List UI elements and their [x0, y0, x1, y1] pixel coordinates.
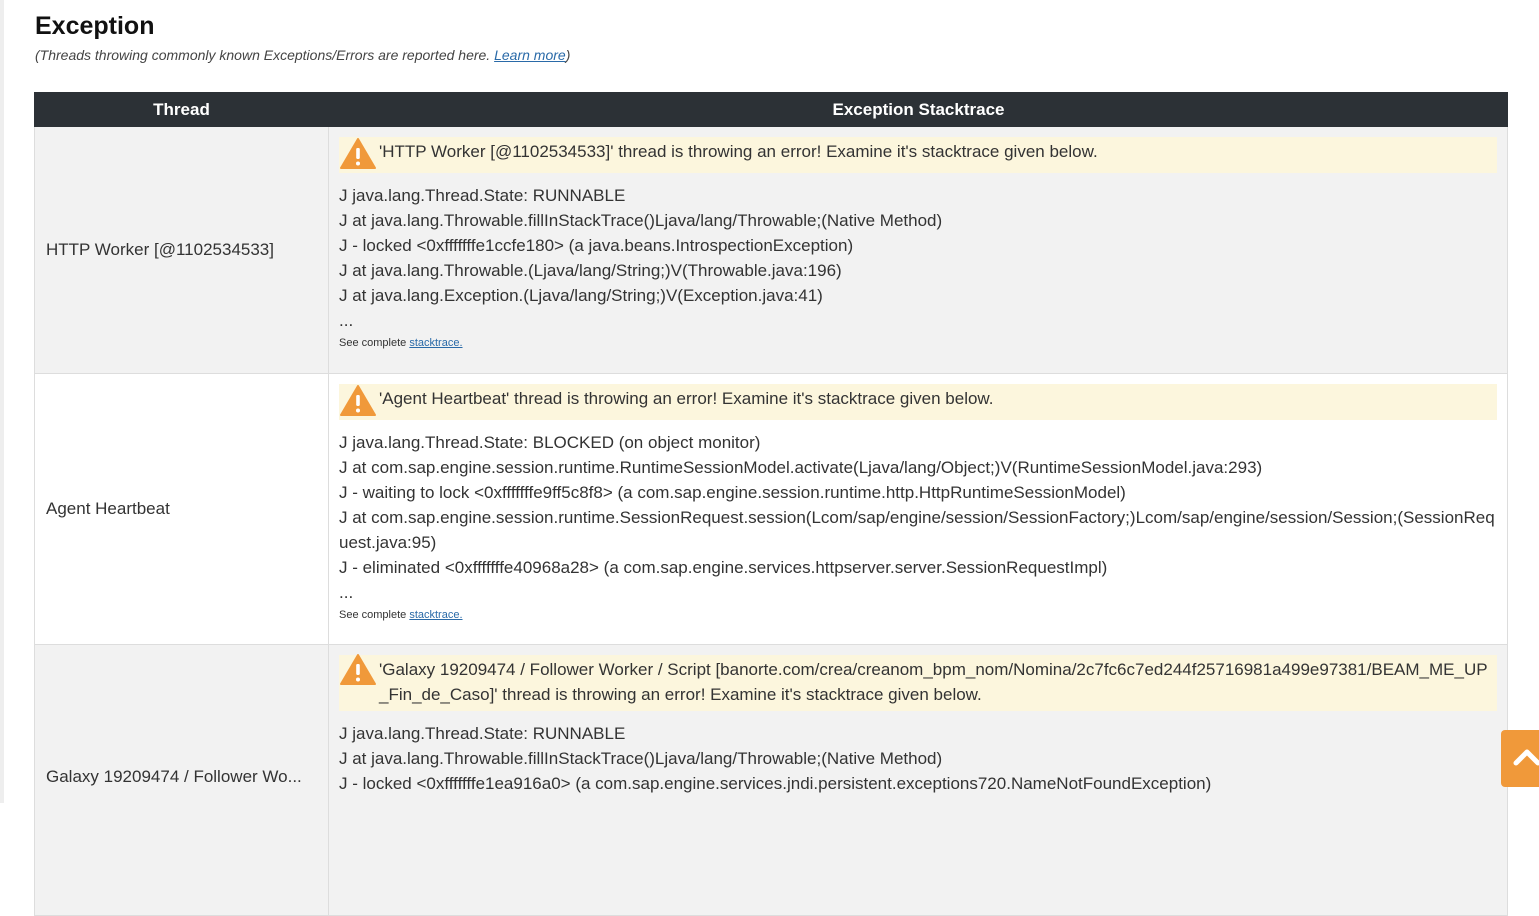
error-alert: 'Agent Heartbeat' thread is throwing an …	[339, 384, 1497, 420]
thread-name-cell: Agent Heartbeat	[35, 374, 329, 644]
subtitle-text: (Threads throwing commonly known Excepti…	[35, 47, 495, 63]
trace-line: J at com.sap.engine.session.runtime.Sess…	[339, 508, 1495, 552]
stacktrace-link[interactable]: stacktrace.	[409, 609, 462, 621]
trace-line: J - locked <0xfffffffe1ea916a0> (a com.s…	[339, 774, 1212, 793]
stacktrace-link[interactable]: stacktrace.	[409, 337, 462, 349]
trace-line: J - locked <0xfffffffe1ccfe180> (a java.…	[339, 236, 854, 255]
warning-triangle-icon	[340, 385, 376, 416]
see-complete: See complete stacktrace.	[339, 609, 1497, 621]
thread-name: HTTP Worker [@1102534533]	[46, 240, 274, 259]
trace-ellipsis: ...	[339, 311, 354, 330]
error-alert: 'HTTP Worker [@1102534533]' thread is th…	[339, 137, 1497, 173]
stacktrace-cell: 'Galaxy 19209474 / Follower Worker / Scr…	[329, 645, 1507, 915]
trace-ellipsis: ...	[339, 583, 354, 602]
alert-message: 'Agent Heartbeat' thread is throwing an …	[379, 389, 994, 408]
section-title: Exception	[35, 12, 155, 40]
stacktrace-cell: 'HTTP Worker [@1102534533]' thread is th…	[329, 127, 1507, 373]
alert-body: 'Galaxy 19209474 / Follower Worker / Scr…	[339, 654, 1491, 707]
table-row: HTTP Worker [@1102534533] 'HTTP Worker […	[34, 127, 1508, 374]
alert-message: 'HTTP Worker [@1102534533]' thread is th…	[379, 142, 1098, 161]
error-alert: 'Galaxy 19209474 / Follower Worker / Scr…	[339, 654, 1497, 711]
thread-name: Galaxy 19209474 / Follower Wo...	[46, 767, 302, 786]
warning-triangle-icon	[340, 138, 376, 169]
table-header: Thread Exception Stacktrace	[34, 92, 1508, 127]
trace-line: J at java.lang.Exception.(Ljava/lang/Str…	[339, 286, 823, 305]
chevron-up-icon	[1513, 749, 1539, 766]
see-complete: See complete stacktrace.	[339, 337, 1497, 349]
scroll-to-top-button[interactable]	[1501, 730, 1539, 787]
trace-line: J java.lang.Thread.State: RUNNABLE	[339, 186, 626, 205]
trace-line: J at java.lang.Throwable.(Ljava/lang/Str…	[339, 261, 842, 280]
column-header-thread: Thread	[153, 100, 210, 119]
alert-message: 'Galaxy 19209474 / Follower Worker / Scr…	[379, 660, 1488, 704]
trace-line: J java.lang.Thread.State: RUNNABLE	[339, 724, 626, 743]
warning-triangle-icon	[340, 654, 376, 685]
learn-more-link[interactable]: Learn more	[494, 47, 566, 63]
trace-line: J at com.sap.engine.session.runtime.Runt…	[339, 458, 1263, 477]
see-complete-text: See complete	[339, 337, 410, 349]
trace-line: J at java.lang.Throwable.fillInStackTrac…	[339, 749, 943, 768]
column-header-stacktrace: Exception Stacktrace	[832, 100, 1005, 119]
trace-line: J - eliminated <0xfffffffe40968a28> (a c…	[339, 558, 1108, 577]
exception-table: Thread Exception Stacktrace HTTP Worker …	[34, 92, 1508, 916]
thread-name-cell: HTTP Worker [@1102534533]	[35, 127, 329, 373]
trace-line: J - waiting to lock <0xfffffffe9ff5c8f8>…	[339, 483, 1126, 502]
thread-name-cell: Galaxy 19209474 / Follower Wo...	[35, 645, 329, 915]
subtitle-suffix: )	[565, 47, 571, 63]
page-left-edge	[0, 0, 4, 803]
see-complete-text: See complete	[339, 609, 410, 621]
table-row: Agent Heartbeat 'Agent Heartbeat' thread…	[34, 374, 1508, 645]
section-subtitle: (Threads throwing commonly known Excepti…	[35, 47, 570, 63]
table-row: Galaxy 19209474 / Follower Wo... 'Galaxy…	[34, 645, 1508, 916]
trace-line: J java.lang.Thread.State: BLOCKED (on ob…	[339, 433, 761, 452]
thread-name: Agent Heartbeat	[46, 499, 170, 518]
stacktrace-cell: 'Agent Heartbeat' thread is throwing an …	[329, 374, 1507, 644]
trace-line: J at java.lang.Throwable.fillInStackTrac…	[339, 211, 943, 230]
